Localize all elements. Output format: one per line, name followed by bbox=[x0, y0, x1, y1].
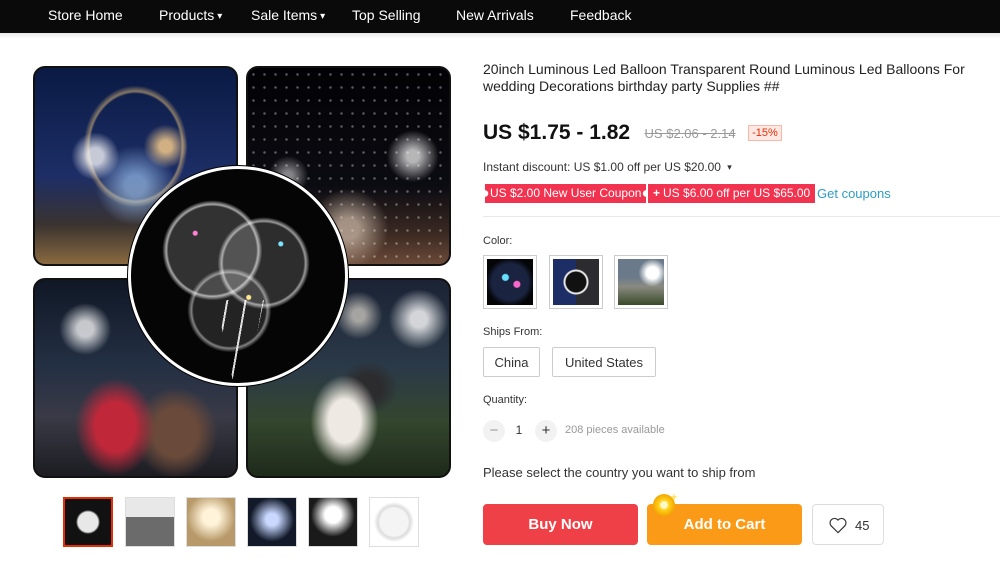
available-stock: 208 pieces available bbox=[565, 424, 665, 436]
chevron-down-icon: ▾ bbox=[320, 11, 326, 22]
nav-top-selling[interactable]: Top Selling bbox=[352, 7, 421, 23]
plus-icon: + bbox=[653, 186, 661, 200]
chevron-down-icon: ▾ bbox=[217, 11, 223, 22]
original-price: US $2.06 - 2.14 bbox=[644, 125, 736, 141]
product-title: 20inch Luminous Led Balloon Transparent … bbox=[483, 61, 965, 94]
color-swatch-2[interactable] bbox=[549, 255, 603, 309]
divider bbox=[483, 216, 1000, 217]
thumbnail-2[interactable] bbox=[125, 497, 175, 547]
nav-feedback[interactable]: Feedback bbox=[570, 7, 631, 23]
sparkle-icon bbox=[653, 494, 675, 516]
thumbnail-3[interactable] bbox=[186, 497, 236, 547]
get-coupons-link[interactable]: Get coupons bbox=[817, 186, 891, 201]
chevron-down-icon: ▾ bbox=[727, 162, 732, 172]
wishlist-count: 45 bbox=[855, 518, 870, 533]
nav-products-label: Products bbox=[159, 7, 215, 23]
buy-now-button[interactable]: Buy Now bbox=[483, 504, 638, 545]
nav-shadow bbox=[0, 33, 1000, 39]
instant-discount-text: Instant discount: US $1.00 off per US $2… bbox=[483, 160, 721, 174]
nav-sale-items[interactable]: Sale Items ▾ bbox=[251, 7, 325, 23]
quantity-increase-button[interactable]: + bbox=[535, 420, 557, 442]
ship-from-china[interactable]: China bbox=[483, 347, 540, 377]
color-swatch-image bbox=[618, 259, 664, 305]
quantity-label: Quantity: bbox=[483, 394, 528, 406]
ships-from-label: Ships From: bbox=[483, 326, 543, 338]
quantity-value[interactable]: 1 bbox=[510, 423, 528, 437]
color-label: Color: bbox=[483, 235, 513, 247]
nav-sale-items-label: Sale Items bbox=[251, 7, 318, 23]
shipping-note: Please select the country you want to sh… bbox=[483, 465, 756, 480]
quantity-decrease-button[interactable]: − bbox=[483, 420, 505, 442]
discount-badge: -15% bbox=[748, 125, 782, 141]
store-coupon[interactable]: + US $6.00 off per US $65.00 bbox=[648, 184, 816, 203]
thumbnail-6[interactable] bbox=[369, 497, 419, 547]
nav-products[interactable]: Products ▾ bbox=[159, 7, 222, 23]
color-swatch-image bbox=[487, 259, 533, 305]
thumbnail-5[interactable] bbox=[308, 497, 358, 547]
thumbnail-1[interactable] bbox=[63, 497, 113, 547]
price-row: US $1.75 - 1.82 US $2.06 - 2.14 -15% bbox=[483, 121, 782, 147]
current-price: US $1.75 - 1.82 bbox=[483, 121, 631, 144]
new-user-coupon[interactable]: US $2.00 New User Coupon bbox=[485, 184, 647, 203]
color-swatch-3[interactable] bbox=[614, 255, 668, 309]
store-coupon-text: US $6.00 off per US $65.00 bbox=[663, 186, 811, 200]
color-swatch-image bbox=[553, 259, 599, 305]
thumbnail-4[interactable] bbox=[247, 497, 297, 547]
wishlist-button[interactable]: 45 bbox=[812, 504, 884, 545]
ship-from-united-states[interactable]: United States bbox=[552, 347, 656, 377]
nav-store-home[interactable]: Store Home bbox=[48, 7, 123, 23]
color-swatch-1[interactable] bbox=[483, 255, 537, 309]
heart-icon bbox=[829, 517, 847, 534]
instant-discount[interactable]: Instant discount: US $1.00 off per US $2… bbox=[483, 160, 732, 174]
top-navigation: Store Home Products ▾ Sale Items ▾ Top Sel… bbox=[0, 0, 1000, 33]
nav-new-arrivals[interactable]: New Arrivals bbox=[456, 7, 534, 23]
